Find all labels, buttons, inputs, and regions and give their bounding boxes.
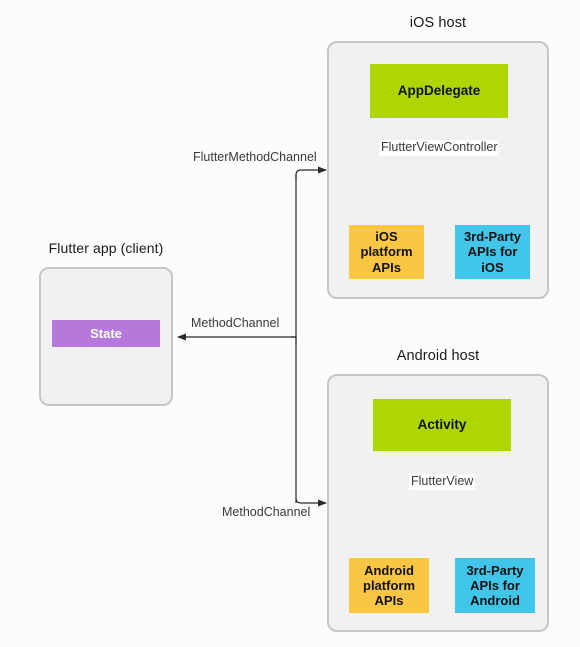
architecture-diagram: iOS host AppDelegate FlutterViewControll… xyxy=(0,0,580,647)
node-ios-third-party-apis[interactable]: 3rd-Party APIs for iOS xyxy=(455,225,530,279)
flutter-app-caption: Flutter app (client) xyxy=(14,240,198,256)
node-android-third-party-apis[interactable]: 3rd-Party APIs for Android xyxy=(455,558,535,613)
edge-label-method-channel-to-android: MethodChannel xyxy=(220,505,313,521)
ios-host-caption: iOS host xyxy=(327,15,549,31)
channel-connectors xyxy=(177,166,327,507)
node-state[interactable]: State xyxy=(52,320,160,347)
node-app-delegate[interactable]: AppDelegate xyxy=(370,64,508,118)
node-activity[interactable]: Activity xyxy=(373,399,511,451)
node-android-platform-apis[interactable]: Android platform APIs xyxy=(349,558,429,613)
node-ios-platform-apis[interactable]: iOS platform APIs xyxy=(349,225,424,279)
edge-label-flutter-view: FlutterView xyxy=(409,474,476,490)
edge-label-flutter-view-controller: FlutterViewController xyxy=(379,140,500,156)
edge-label-flutter-method-channel: FlutterMethodChannel xyxy=(191,150,319,166)
edge-label-method-channel-to-client: MethodChannel xyxy=(189,316,282,332)
android-host-caption: Android host xyxy=(327,348,549,364)
